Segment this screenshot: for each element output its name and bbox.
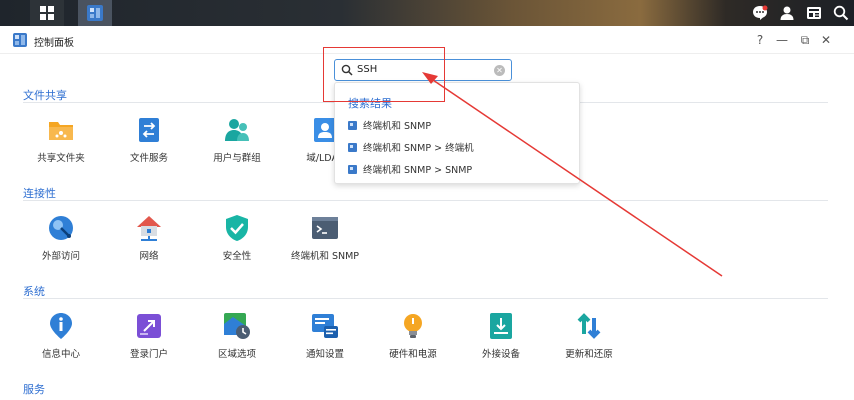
security-icon bbox=[223, 214, 251, 242]
info-center-icon bbox=[47, 312, 75, 340]
window-title: 控制面板 bbox=[34, 38, 74, 49]
terminal-snmp-icon bbox=[348, 120, 357, 130]
tile-shared-folder[interactable]: 共享文件夹 bbox=[21, 116, 101, 166]
search-result-item[interactable]: 终端机和 SNMP > 终端机 bbox=[348, 139, 474, 155]
tile-users-groups[interactable]: 用户与群组 bbox=[197, 116, 277, 166]
tile-regional-options[interactable]: 区域选项 bbox=[197, 312, 277, 362]
clear-search-icon[interactable]: ✕ bbox=[494, 65, 505, 76]
user-button[interactable] bbox=[773, 0, 800, 26]
tile-external-devices[interactable]: 外接设备 bbox=[461, 312, 541, 362]
tile-network[interactable]: 网络 bbox=[109, 214, 189, 264]
chat-button[interactable] bbox=[746, 0, 773, 26]
search-icon bbox=[833, 5, 849, 21]
tile-label: 安全性 bbox=[222, 251, 252, 262]
tile-info-center[interactable]: 信息中心 bbox=[21, 312, 101, 362]
file-services-icon bbox=[135, 116, 163, 144]
update-restore-icon bbox=[575, 312, 603, 340]
regional-options-icon bbox=[223, 312, 251, 340]
tile-hardware-power[interactable]: 硬件和电源 bbox=[373, 312, 453, 362]
tile-label: 区域选项 bbox=[217, 349, 256, 360]
minimize-button[interactable]: — bbox=[773, 31, 791, 49]
tile-label: 信息中心 bbox=[41, 349, 80, 360]
close-button[interactable]: ✕ bbox=[817, 31, 835, 49]
tile-label: 共享文件夹 bbox=[37, 153, 85, 164]
tile-label: 外接设备 bbox=[481, 349, 520, 360]
shared-folder-icon bbox=[47, 116, 75, 144]
search-result-item[interactable]: 终端机和 SNMP bbox=[348, 117, 431, 133]
main-menu-button[interactable] bbox=[30, 0, 64, 26]
login-portal-icon bbox=[135, 312, 163, 340]
user-icon bbox=[779, 5, 795, 21]
widgets-button[interactable] bbox=[800, 0, 827, 26]
annotation-highlight-box bbox=[323, 47, 445, 102]
control-panel-app-icon bbox=[13, 33, 27, 47]
tile-label: 网络 bbox=[139, 251, 159, 262]
section-title-system: 系统 bbox=[23, 285, 45, 298]
widgets-icon bbox=[806, 5, 822, 21]
main-menu-icon bbox=[40, 6, 54, 20]
tile-terminal-snmp[interactable]: 终端机和 SNMP bbox=[285, 214, 365, 264]
tile-login-portal[interactable]: 登录门户 bbox=[109, 312, 189, 362]
tile-external-access[interactable]: 外部访问 bbox=[21, 214, 101, 264]
search-result-label: 终端机和 SNMP > SNMP bbox=[363, 165, 473, 176]
tile-update-restore[interactable]: 更新和还原 bbox=[549, 312, 629, 362]
external-devices-icon bbox=[487, 312, 515, 340]
global-search-button[interactable] bbox=[827, 0, 854, 26]
section-title-file-sharing: 文件共享 bbox=[23, 89, 67, 102]
tile-file-services[interactable]: 文件服务 bbox=[109, 116, 189, 166]
terminal-snmp-icon bbox=[348, 142, 357, 152]
tile-notification-settings[interactable]: 通知设置 bbox=[285, 312, 365, 362]
search-result-label: 终端机和 SNMP > 终端机 bbox=[363, 143, 474, 154]
control-panel-icon bbox=[87, 5, 103, 21]
taskbar bbox=[0, 0, 854, 26]
terminal-icon bbox=[311, 214, 339, 242]
section-divider bbox=[23, 200, 828, 201]
tile-label: 用户与群组 bbox=[213, 153, 261, 164]
network-icon bbox=[135, 214, 163, 242]
users-groups-icon bbox=[223, 116, 251, 144]
chat-icon bbox=[752, 5, 768, 21]
tile-label: 登录门户 bbox=[129, 349, 168, 360]
tile-label: 通知设置 bbox=[305, 349, 344, 360]
search-result-item[interactable]: 终端机和 SNMP > SNMP bbox=[348, 161, 472, 177]
notification-icon bbox=[311, 312, 339, 340]
restore-button[interactable]: ⧉ bbox=[796, 31, 814, 49]
control-panel-taskbar-button[interactable] bbox=[78, 0, 112, 26]
search-result-label: 终端机和 SNMP bbox=[363, 121, 432, 132]
section-title-services: 服务 bbox=[23, 383, 45, 396]
tile-label: 终端机和 SNMP bbox=[290, 251, 360, 262]
section-divider bbox=[23, 298, 828, 299]
tile-security[interactable]: 安全性 bbox=[197, 214, 277, 264]
terminal-snmp-icon bbox=[348, 164, 357, 174]
external-access-icon bbox=[47, 214, 75, 242]
help-button[interactable]: ? bbox=[751, 31, 769, 49]
tile-label: 外部访问 bbox=[41, 251, 80, 262]
tile-label: 文件服务 bbox=[129, 153, 168, 164]
tile-label: 更新和还原 bbox=[565, 349, 613, 360]
section-title-connectivity: 连接性 bbox=[23, 187, 56, 200]
hardware-power-icon bbox=[399, 312, 427, 340]
tile-label: 硬件和电源 bbox=[389, 349, 437, 360]
